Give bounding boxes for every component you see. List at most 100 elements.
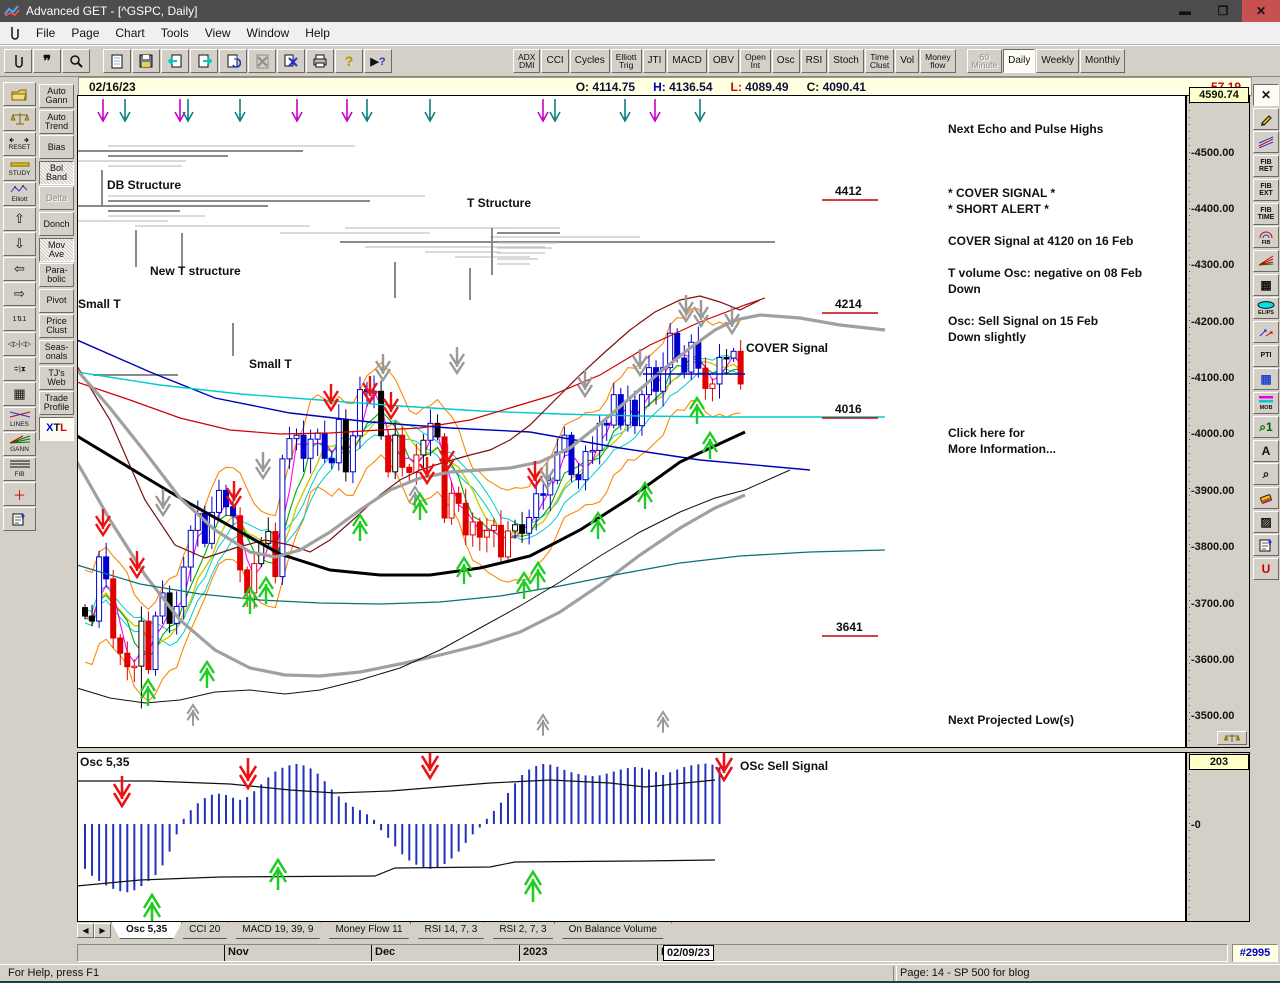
indicator-time-clust[interactable]: Time Clust [864,49,895,73]
indicator-jti[interactable]: JTI [642,49,667,73]
tjs-web-button[interactable]: TJ's Web [39,365,74,390]
menu-file[interactable]: File [28,24,63,42]
menu-page[interactable]: Page [63,24,107,42]
grid-button[interactable]: ▦ [3,382,36,406]
trade-profile-button[interactable]: Trade Profile [39,391,74,416]
clip-button[interactable] [4,49,32,73]
fib-extension-button[interactable]: FIB EXT [1253,178,1279,201]
context-help-button[interactable]: ▶? [364,49,392,73]
oscillator-panel[interactable]: Osc 5,35 OSc Sell Signal [76,748,1186,925]
tab-scroll-left-button[interactable]: ◀ [77,923,94,938]
date-marker[interactable]: 02/09/23 [663,945,714,961]
menu-tools[interactable]: Tools [153,24,197,42]
reset-button[interactable]: RESET [3,132,36,156]
fib-time-button[interactable]: FIB TIME [1253,202,1279,225]
sketch-tool-button[interactable] [1253,321,1279,343]
scroll-down-button[interactable]: ⇩ [3,232,36,256]
auto-gann-button[interactable]: Auto Gann [39,84,74,108]
tab-macd-19-39-9[interactable]: MACD 19, 39, 9 [227,922,328,939]
page-next-button[interactable] [190,49,218,73]
indicator-macd[interactable]: MACD [667,49,707,73]
seasonals-button[interactable]: Seas- onals [39,340,74,364]
page-rotate-button[interactable] [219,49,247,73]
elliott-button[interactable]: Elliott [3,182,36,206]
fib-button[interactable]: FIB [3,457,36,481]
indicator-cci[interactable]: CCI [541,49,569,73]
zoom-tool-button[interactable]: ⌕ [1253,463,1279,486]
tab-scroll-right-button[interactable]: ▶ [94,923,111,938]
timeframe-daily[interactable]: Daily [1003,49,1036,73]
xtl-button[interactable]: XTL [39,416,74,441]
new-page-button[interactable] [103,49,131,73]
scroll-left-button[interactable]: ⇦ [3,257,36,281]
mov-ave-button[interactable]: Mov Ave [39,237,74,262]
trendlines-tool-button[interactable] [1253,131,1279,154]
oscillator-axis[interactable]: 203 -0 [1186,752,1250,922]
price-axis[interactable]: 4590.74 -4500.00 -4400.00 -4300.00 -4200.00… [1186,87,1250,748]
time-axis[interactable]: NovDec2023Fe02/09/23 [77,944,1228,962]
bol-band-button[interactable]: Bol Band [39,160,74,185]
bias-button[interactable]: Bias [39,135,74,160]
timeframe-weekly[interactable]: Weekly [1036,49,1079,73]
indicator-elliott-trig[interactable]: Elliott Trig [610,49,642,73]
page-delete-disabled-button[interactable] [248,49,276,73]
pattern-tool-button[interactable]: ▨ [1253,510,1279,533]
tab-cci-20[interactable]: CCI 20 [174,922,235,939]
grid-tool-button[interactable]: ▦ [1253,273,1279,296]
indicator-money-flow[interactable]: Money flow [920,49,956,73]
text-tool-button[interactable]: A [1253,439,1279,462]
crosshair-button[interactable]: ＋ [3,482,36,506]
price-clust-button[interactable]: Price Clust [39,314,74,339]
delete-tool-button[interactable]: ✕ [1253,84,1279,106]
mob-tool-button[interactable]: MOB [1253,392,1279,415]
more-information-link[interactable]: Click here for [948,426,1025,440]
indicator-obv[interactable]: OBV [707,49,739,73]
menu-view[interactable]: View [197,24,239,42]
properties-button[interactable] [3,507,36,531]
find-bar-tool-button[interactable]: ⌕1 [1253,415,1279,438]
quotes-button[interactable]: ❞ [33,49,61,73]
tab-on-balance-volume[interactable]: On Balance Volume [554,922,672,939]
ellipse-tool-button[interactable]: ELIPS [1253,297,1279,320]
tab-rsi-2-7-3[interactable]: RSI 2, 7, 3 [484,922,561,939]
bar-compress-button[interactable]: ◁▷|◁▷ [3,332,36,356]
indicator-cycles[interactable]: Cycles [569,49,610,73]
indicator-open-int[interactable]: Open Int [740,49,771,73]
menu-chart[interactable]: Chart [107,24,152,42]
help-button[interactable]: ? [335,49,363,73]
pencil-tool-button[interactable] [1253,107,1279,130]
tab-money-flow-11[interactable]: Money Flow 11 [320,922,417,939]
pivot-button[interactable]: Pivot [39,288,74,313]
auto-trend-button[interactable]: Auto Trend [39,109,74,134]
bar-spacing-button[interactable]: 1⇅1 [3,307,36,331]
open-chart-button[interactable] [3,82,36,106]
menu-help[interactable]: Help [297,24,338,42]
eraser-tool-button[interactable] [1253,486,1279,509]
pti-tool-button[interactable]: PTI [1253,344,1279,367]
fan-tool-button[interactable] [1253,249,1279,272]
delta-button[interactable]: Delta [39,186,74,211]
menu-window[interactable]: Window [239,24,298,42]
indicator-osc[interactable]: Osc [771,49,800,73]
page-copy-button[interactable] [277,49,305,73]
lines-button[interactable]: LINES [3,407,36,431]
close-button[interactable]: ✕ [1242,0,1280,22]
title-bar[interactable]: Advanced GET - [^GSPC, Daily] ▬ ❐ ✕ [0,0,1280,22]
indicator-stoch[interactable]: Stoch [828,49,864,73]
page-prev-button[interactable] [161,49,189,73]
magnifier-button[interactable] [62,49,90,73]
blue-grid-tool-button[interactable]: ▦ [1253,368,1279,391]
fib-circle-button[interactable]: FIB [1253,226,1279,249]
tab-osc-5-35[interactable]: Osc 5,35 [111,922,182,939]
study-button[interactable]: STUDY [3,157,36,181]
scale-lock-button[interactable] [1217,731,1247,745]
more-information-link[interactable]: More Information... [948,442,1056,456]
timeframe-60-minute[interactable]: 60 Minute [966,49,1003,73]
tab-rsi-14-7-3[interactable]: RSI 14, 7, 3 [410,922,493,939]
price-chart-panel[interactable]: 4412 4214 4016 3641 DB Structure T Structure N… [75,95,1186,748]
scroll-right-button[interactable]: ⇨ [3,282,36,306]
fib-retracement-button[interactable]: FIB RET [1253,155,1279,178]
timeframe-monthly[interactable]: Monthly [1079,49,1125,73]
indicator-vol[interactable]: Vol [895,49,920,73]
minimize-button[interactable]: ▬ [1166,0,1204,22]
